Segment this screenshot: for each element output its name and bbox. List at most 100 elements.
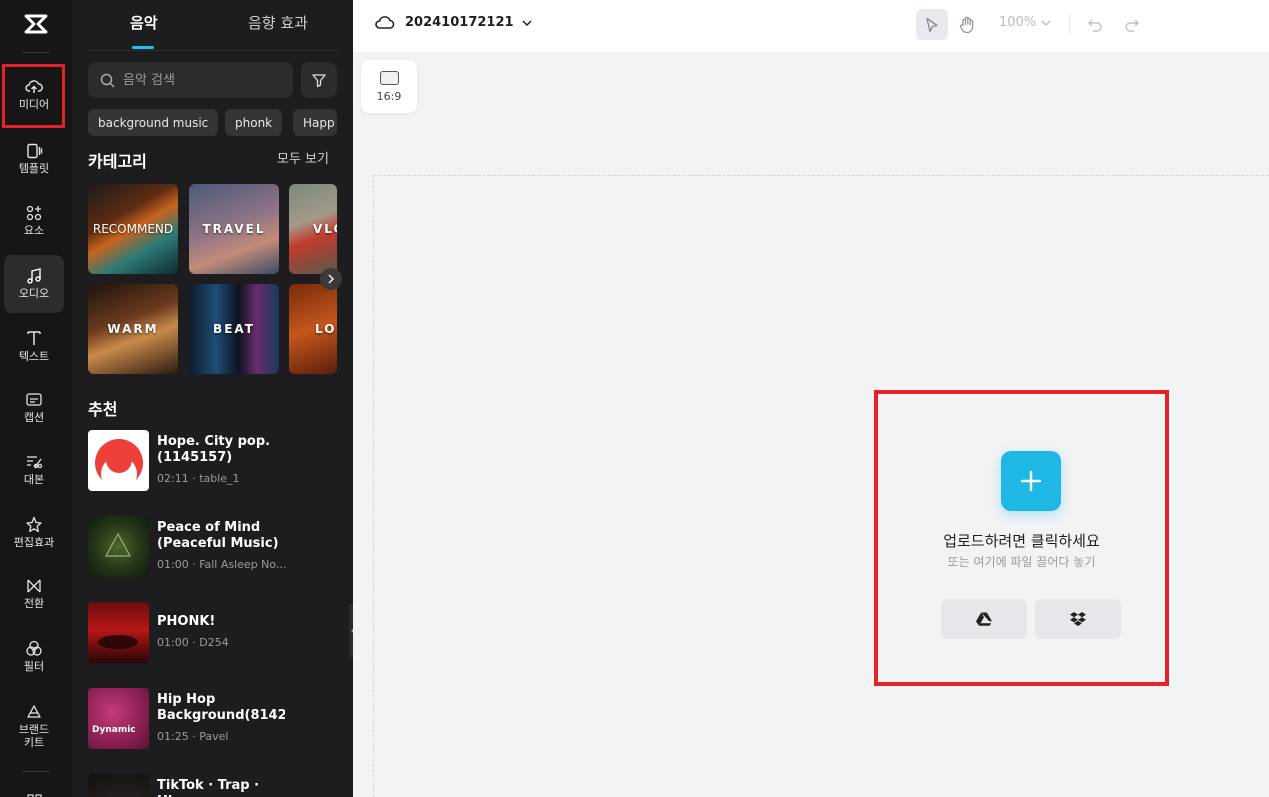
rail-item-script[interactable]: 대본	[4, 441, 64, 499]
project-name-dropdown[interactable]: 202410172121	[375, 15, 532, 30]
category-lofi[interactable]: LO	[289, 284, 337, 374]
track-meta: 01:25 · Pavel	[157, 730, 229, 743]
category-travel[interactable]: TRAVEL	[189, 184, 279, 274]
rail-label: 전환	[23, 597, 45, 610]
recommended-title: 추천	[88, 400, 118, 419]
zoom-dropdown[interactable]: 100%	[999, 15, 1051, 30]
music-search-input[interactable]	[123, 72, 283, 88]
hand-icon	[959, 16, 974, 33]
upload-plus-button[interactable]	[1001, 451, 1061, 511]
music-panel: 음악 음향 효과 background music phonk Happ 카테고…	[72, 0, 353, 797]
select-tool-button[interactable]	[916, 9, 948, 40]
rail-label: 템플릿	[18, 162, 50, 175]
search-icon	[100, 73, 115, 88]
category-recommend[interactable]: RECOMMEND	[88, 184, 178, 274]
rail-label: 미디어	[18, 98, 50, 111]
rail-item-captions[interactable]: 캡션	[4, 379, 64, 437]
rail-item-filters[interactable]: 필터	[4, 627, 64, 685]
template-icon	[27, 143, 43, 159]
rail-label: 브랜드 키트	[18, 722, 50, 749]
rail-label: 텍스트	[18, 350, 50, 363]
track-thumbnail: Dynamic	[88, 688, 149, 749]
rail-item-audio[interactable]: 오디오	[4, 255, 64, 313]
cloud-upload-icon	[25, 80, 43, 93]
aspect-ratio-button[interactable]: 16:9	[361, 60, 417, 113]
rail-item-effects[interactable]: 편집효과	[4, 503, 64, 561]
chip-phonk[interactable]: phonk	[225, 109, 283, 136]
rail-label: 캡션	[23, 411, 45, 424]
track-title: TikTok · Trap · Hip	[157, 778, 260, 797]
active-tab-indicator	[132, 46, 154, 49]
track-thumbnail	[88, 516, 149, 577]
music-note-icon	[27, 268, 41, 284]
categories-next-button[interactable]	[320, 268, 342, 290]
filter-button[interactable]	[301, 62, 337, 98]
toolbar-divider	[1069, 15, 1070, 33]
filter-circles-icon	[26, 640, 42, 656]
tab-music[interactable]: 음악	[130, 12, 158, 33]
rail-label: 편집효과	[13, 535, 55, 549]
redo-icon	[1125, 19, 1139, 32]
rail-item-template[interactable]: 템플릿	[4, 130, 64, 188]
category-warm[interactable]: WARM	[88, 284, 178, 374]
rail-label: 오디오	[18, 287, 50, 300]
rail-item-text[interactable]: 텍스트	[4, 317, 64, 375]
chip-happy[interactable]: Happ	[293, 109, 337, 136]
music-search-box[interactable]	[88, 62, 293, 98]
sparkle-star-icon	[26, 516, 42, 532]
track-meta: 01:00 · D254	[157, 636, 229, 649]
track-meta: 01:00 · Fall Asleep No...	[157, 558, 287, 571]
upload-title[interactable]: 업로드하려면 클릭하세요	[874, 530, 1169, 551]
cursor-arrow-icon	[926, 17, 938, 32]
elements-icon	[26, 205, 42, 221]
dropbox-button[interactable]	[1035, 599, 1121, 639]
google-drive-button[interactable]	[941, 599, 1027, 639]
categories-title: 카테고리	[88, 152, 147, 171]
rail-item-brand-kit[interactable]: 브랜드 키트	[4, 692, 64, 760]
left-rail: 미디어 템플릿 요소 오디오 텍스트 캡션 대본 편집효과 전환 필터 브랜드 …	[0, 0, 72, 797]
aspect-ratio-icon	[379, 70, 399, 85]
chip-background-music[interactable]: background music	[88, 109, 219, 136]
rail-divider	[22, 52, 50, 53]
undo-icon	[1088, 19, 1102, 32]
tab-sound-effects[interactable]: 음향 효과	[248, 12, 308, 33]
track-item[interactable]: PHONK! 01:00 · D254	[88, 602, 348, 664]
category-beat[interactable]: BEAT	[189, 284, 279, 374]
track-thumbnail	[88, 602, 149, 663]
project-name: 202410172121	[405, 15, 514, 30]
redo-button[interactable]	[1116, 9, 1148, 40]
track-item[interactable]: TikTok · Trap · Hip	[88, 774, 348, 797]
track-item[interactable]: Dynamic Hip Hop Background(814204 01:25 …	[88, 688, 348, 750]
chevron-down-icon	[1041, 20, 1051, 26]
see-all-link[interactable]: 모두 보기	[277, 148, 329, 167]
cloud-icon	[375, 16, 395, 29]
top-toolbar: 202410172121 100%	[353, 0, 1269, 52]
rail-divider	[22, 771, 50, 772]
track-title: Hip Hop Background(814204	[157, 692, 285, 723]
undo-button[interactable]	[1079, 9, 1111, 40]
script-icon	[27, 456, 43, 469]
rail-item-transitions[interactable]: 전환	[4, 565, 64, 623]
rail-item-media[interactable]: 미디어	[4, 66, 64, 124]
dropbox-icon	[1070, 612, 1086, 626]
track-title: Peace of Mind (Peaceful Music)	[157, 520, 279, 551]
zoom-level: 100%	[999, 15, 1037, 30]
rail-label: 필터	[23, 659, 45, 673]
transition-icon	[27, 579, 41, 593]
track-thumbnail	[88, 430, 149, 491]
filter-funnel-icon	[312, 74, 326, 88]
rail-label: 대본	[23, 473, 45, 486]
editor-main: 202410172121 100% 16:9 업로드하려면 클릭하세요 또는 여…	[353, 0, 1269, 797]
more-grid-icon[interactable]	[27, 787, 43, 797]
brand-kit-icon	[27, 704, 41, 718]
capcut-logo-icon[interactable]	[0, 0, 72, 48]
track-item[interactable]: Peace of Mind (Peaceful Music) 01:00 · F…	[88, 516, 348, 578]
hand-tool-button[interactable]	[951, 9, 983, 40]
track-title: PHONK!	[157, 614, 216, 629]
chevron-right-icon	[328, 274, 335, 284]
track-item[interactable]: Hope. City pop. (1145157) 02:11 · table_…	[88, 430, 348, 492]
captions-icon	[26, 393, 42, 406]
rail-item-elements[interactable]: 요소	[4, 192, 64, 250]
category-vlog[interactable]: VLO	[289, 184, 337, 274]
track-title: Hope. City pop. (1145157)	[157, 434, 271, 465]
